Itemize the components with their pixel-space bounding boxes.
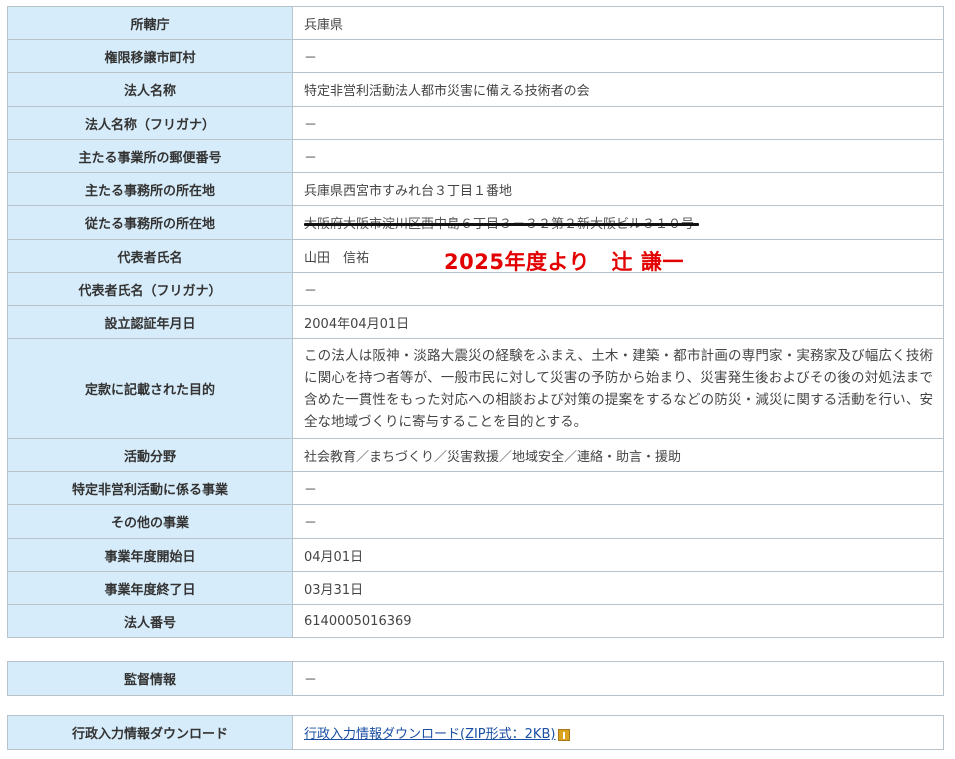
row-label: 法人番号 — [7, 604, 293, 638]
row-label: 代表者氏名 — [7, 239, 293, 273]
row-value: － — [292, 504, 944, 539]
download-cell: 行政入力情報ダウンロード(ZIP形式：2KB) — [292, 715, 944, 750]
table-row: その他の事業 － — [7, 504, 944, 539]
row-label: 所轄庁 — [7, 6, 293, 40]
table-row: 法人番号 6140005016369 — [7, 604, 944, 638]
row-label: 事業年度開始日 — [7, 538, 293, 572]
table-row: 事業年度開始日 04月01日 — [7, 538, 944, 572]
branch-office-cell: 大阪府大阪市淀川区西中島６丁目３－３２第２新大阪ビル３１０号 — [292, 205, 944, 240]
row-value: － — [292, 471, 944, 505]
row-value: 社会教育／まちづくり／災害救援／地域安全／連絡・助言・援助 — [292, 438, 944, 472]
table-row: 特定非営利活動に係る事業 － — [7, 471, 944, 505]
table-row: 監督情報 － — [7, 661, 944, 696]
row-label: 事業年度終了日 — [7, 571, 293, 605]
table-row: 定款に記載された目的 この法人は阪神・淡路大震災の経験をふまえ、土木・建築・都市… — [7, 338, 944, 439]
row-value: － — [292, 106, 944, 140]
row-value: 兵庫県 — [292, 6, 944, 40]
row-label: 活動分野 — [7, 438, 293, 472]
struck-address: 大阪府大阪市淀川区西中島６丁目３－３２第２新大阪ビル３１０号 — [304, 213, 700, 232]
row-label: 代表者氏名（フリガナ） — [7, 272, 293, 306]
table-row: 主たる事業所の郵便番号 － — [7, 139, 944, 173]
row-label: 権限移譲市町村 — [7, 39, 293, 73]
table-row: 所轄庁 兵庫県 — [7, 6, 944, 40]
strikethrough-line — [304, 222, 700, 226]
row-label: 法人名称（フリガナ） — [7, 106, 293, 140]
table-row: 代表者氏名（フリガナ） － — [7, 272, 944, 306]
download-link[interactable]: 行政入力情報ダウンロード(ZIP形式：2KB) — [304, 727, 555, 742]
table-row: 事業年度終了日 03月31日 — [7, 571, 944, 605]
row-value: － — [292, 139, 944, 173]
purpose-text: この法人は阪神・淡路大震災の経験をふまえ、土木・建築・都市計画の専門家・実務家及… — [304, 347, 933, 430]
row-value: 兵庫県西宮市すみれ台３丁目１番地 — [292, 172, 944, 206]
supervision-table: 監督情報 － — [7, 661, 944, 696]
supervision-label: 監督情報 — [7, 661, 293, 696]
row-label: 法人名称 — [7, 72, 293, 107]
download-label: 行政入力情報ダウンロード — [7, 715, 293, 750]
table-row: 法人名称 特定非営利活動法人都市災害に備える技術者の会 — [7, 72, 944, 107]
download-table: 行政入力情報ダウンロード 行政入力情報ダウンロード(ZIP形式：2KB) — [7, 715, 944, 750]
row-value: 04月01日 — [292, 538, 944, 572]
corporation-info-table: 所轄庁 兵庫県 権限移譲市町村 － 法人名称 特定非営利活動法人都市災害に備える… — [7, 6, 944, 638]
table-row: 法人名称（フリガナ） － — [7, 106, 944, 140]
row-value: 6140005016369 — [292, 604, 944, 638]
purpose-cell: この法人は阪神・淡路大震災の経験をふまえ、土木・建築・都市計画の専門家・実務家及… — [292, 338, 944, 439]
row-value: － — [292, 39, 944, 73]
table-row: 主たる事務所の所在地 兵庫県西宮市すみれ台３丁目１番地 — [7, 172, 944, 206]
row-value: － — [292, 272, 944, 306]
table-row: 従たる事務所の所在地 大阪府大阪市淀川区西中島６丁目３－３２第２新大阪ビル３１０… — [7, 205, 944, 240]
representative-change-annotation: 2025年度より 辻 謙一 — [444, 250, 684, 274]
supervision-value: － — [292, 661, 944, 696]
table-row: 設立認証年月日 2004年04月01日 — [7, 305, 944, 339]
row-value: 2004年04月01日 — [292, 305, 944, 339]
row-label: 特定非営利活動に係る事業 — [7, 471, 293, 505]
row-label: 従たる事務所の所在地 — [7, 205, 293, 240]
row-value: 03月31日 — [292, 571, 944, 605]
row-label: 定款に記載された目的 — [7, 338, 293, 439]
zip-file-icon — [558, 728, 571, 741]
row-label: 主たる事業所の郵便番号 — [7, 139, 293, 173]
row-label: その他の事業 — [7, 504, 293, 539]
row-label: 設立認証年月日 — [7, 305, 293, 339]
table-row: 活動分野 社会教育／まちづくり／災害救援／地域安全／連絡・助言・援助 — [7, 438, 944, 472]
table-row: 行政入力情報ダウンロード 行政入力情報ダウンロード(ZIP形式：2KB) — [7, 715, 944, 750]
table-row: 権限移譲市町村 － — [7, 39, 944, 73]
row-value: 特定非営利活動法人都市災害に備える技術者の会 — [292, 72, 944, 107]
row-label: 主たる事務所の所在地 — [7, 172, 293, 206]
